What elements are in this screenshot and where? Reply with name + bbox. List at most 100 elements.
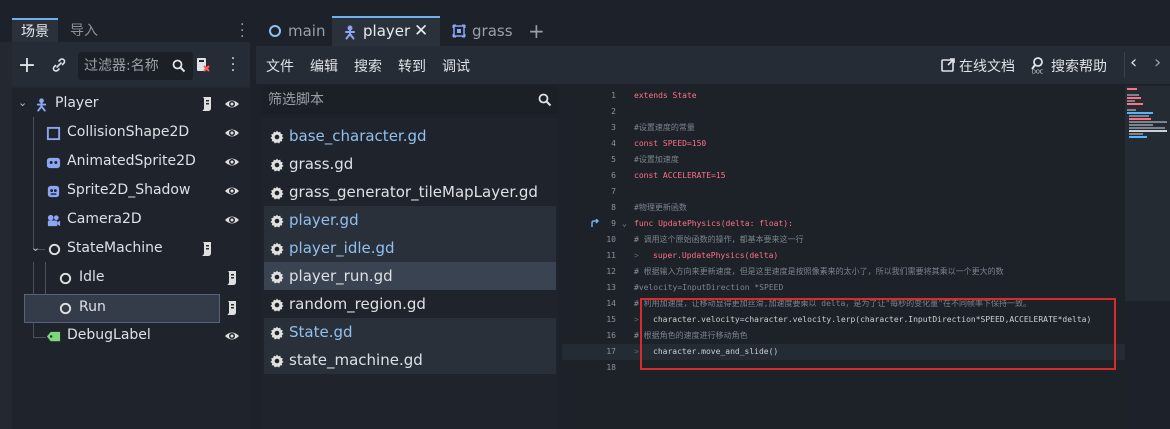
script-icon[interactable] <box>225 270 239 286</box>
node-filter-input[interactable] <box>84 56 166 76</box>
chevron-down-icon[interactable]: ⌄ <box>18 96 27 109</box>
code-line[interactable]: 3 #设置速度的常量 <box>562 120 1125 136</box>
menu-file[interactable]: 文件 <box>266 56 294 76</box>
script-list-item[interactable]: base_character.gd <box>264 122 556 150</box>
link-icon[interactable] <box>48 54 70 76</box>
tab-label: main <box>288 22 326 40</box>
visibility-eye-icon[interactable] <box>224 212 240 228</box>
search-help-button[interactable]: 搜索帮助 <box>1051 56 1107 76</box>
tree-row-sprite2d-shadow[interactable]: Sprite2D_Shadow <box>12 177 250 206</box>
chevron-left-icon[interactable]: ‹ <box>1130 52 1137 73</box>
code-line[interactable]: 8 #物理更新函数 <box>562 200 1125 216</box>
script-icon[interactable] <box>200 241 214 257</box>
godot-editor: 场景 导入 ··· + ··· <box>0 0 1170 429</box>
code-line[interactable]: 11 > super.UpdatePhysics(delta) <box>562 248 1125 264</box>
code-line[interactable]: 4 const SPEED=150 <box>562 136 1125 152</box>
line-number: 6 <box>611 171 616 180</box>
new-tab-button[interactable]: + <box>528 16 546 46</box>
tree-row-run[interactable]: Run <box>24 294 220 323</box>
code-line[interactable]: 2 <box>562 104 1125 120</box>
script-filter[interactable] <box>262 86 558 114</box>
tree-row-statemachine[interactable]: ⌄ StateMachine <box>12 235 250 264</box>
code-line[interactable]: 6 const ACCELERATE=15 <box>562 168 1125 184</box>
code-editor[interactable]: 1 extends State 2 3 #设置速度的常量 4 const SPEED=150… <box>562 86 1125 429</box>
tab-main[interactable]: main <box>264 16 336 46</box>
code-line[interactable]: 9 ⌄ func UpdatePhysics(delta: float): <box>562 216 1125 232</box>
tree-row-idle[interactable]: Idle <box>12 264 250 293</box>
code-line[interactable]: 12 > # 根据输入方向来更新速度，但是这里速度是按照像素来的太小了，所以我们需要… <box>562 264 1125 280</box>
script-list-item[interactable]: player_idle.gd <box>264 234 556 262</box>
tab-import[interactable]: 导入 <box>66 18 102 44</box>
visibility-eye-icon[interactable] <box>224 96 240 112</box>
code-line[interactable]: 5 #设置加速度 <box>562 152 1125 168</box>
external-link-icon[interactable] <box>940 57 956 73</box>
sprite-frame-icon <box>452 24 466 38</box>
code-line[interactable]: 10 > # 调用这个原始函数的操作，都基本要来这一行 <box>562 232 1125 248</box>
tab-scene[interactable]: 场景 <box>12 18 58 44</box>
script-list-item[interactable]: player.gd <box>264 206 556 234</box>
menu-search[interactable]: 搜索 <box>354 56 382 76</box>
script-icon[interactable] <box>200 96 214 112</box>
node-icon <box>59 302 72 315</box>
search-help-icon[interactable]: DOC <box>1030 56 1046 74</box>
code-line[interactable]: 13 > #velocity=InputDirection *SPEED <box>562 280 1125 296</box>
close-icon[interactable]: ✕ <box>414 18 428 45</box>
sprite2d-icon <box>47 185 60 198</box>
line-number: 2 <box>611 107 616 116</box>
script-list-item[interactable]: grass_generator_tileMapLayer.gd <box>264 178 556 206</box>
code-line[interactable]: 7 <box>562 184 1125 200</box>
visibility-eye-icon[interactable] <box>224 125 240 141</box>
more-options-icon[interactable]: · · · <box>222 52 244 78</box>
tree-item-label: DebugLabel <box>67 327 151 343</box>
visibility-eye-icon[interactable] <box>224 154 240 170</box>
script-list-item[interactable]: player_run.gd <box>264 262 556 290</box>
script-list-item[interactable]: State.gd <box>264 318 556 346</box>
tree-row-debuglabel[interactable]: DebugLabel <box>12 322 250 351</box>
detach-script-icon[interactable] <box>192 54 214 76</box>
menu-edit[interactable]: 编辑 <box>310 56 338 76</box>
script-name: player_idle.gd <box>289 239 395 257</box>
node-filter[interactable] <box>78 52 193 80</box>
tree-row-animatedsprite2d[interactable]: AnimatedSprite2D <box>12 148 250 177</box>
svg-text:DOC: DOC <box>1032 70 1044 75</box>
chevron-down-icon[interactable]: ⌄ <box>31 241 40 254</box>
script-list-item[interactable]: state_machine.gd <box>264 346 556 374</box>
line-number: 14 <box>606 299 616 308</box>
menu-debug[interactable]: 调试 <box>442 56 470 76</box>
online-docs-button[interactable]: 在线文档 <box>959 56 1015 76</box>
chevron-right-icon[interactable]: › <box>1154 52 1161 73</box>
tab-label: grass <box>472 22 513 40</box>
line-number: 7 <box>611 187 616 196</box>
tree-item-label: Player <box>55 95 99 111</box>
line-number: 3 <box>611 123 616 132</box>
minimap[interactable] <box>1125 86 1170 301</box>
line-number: 8 <box>611 203 616 212</box>
search-icon <box>538 93 552 107</box>
tree-row-player[interactable]: ⌄ Player <box>12 90 250 119</box>
tree-row-collisionshape2d[interactable]: CollisionShape2D <box>12 119 250 148</box>
script-icon[interactable] <box>225 300 239 316</box>
visibility-eye-icon[interactable] <box>224 328 240 344</box>
tree-row-camera2d[interactable]: Camera2D <box>12 206 250 235</box>
menu-goto[interactable]: 转到 <box>398 56 426 76</box>
tab-player[interactable]: player ✕ <box>332 16 440 46</box>
fold-chevron-icon[interactable]: ⌄ <box>622 216 627 232</box>
line-number: 4 <box>611 139 616 148</box>
code-text: extends State <box>634 91 697 100</box>
tree-item-label: Camera2D <box>67 211 142 227</box>
script-list-item[interactable]: random_region.gd <box>264 290 556 318</box>
tab-grass[interactable]: grass <box>452 16 522 46</box>
node-icon <box>48 243 61 256</box>
code-text: # 根据输入方向来更新速度，但是这里速度是按照像素来的太小了，所以我们需要将其乘… <box>634 267 1004 276</box>
visibility-eye-icon[interactable] <box>224 183 240 199</box>
line-number: 10 <box>606 235 616 244</box>
add-node-icon[interactable]: + <box>16 53 38 78</box>
script-filter-input[interactable] <box>268 90 518 110</box>
script-list-item[interactable]: grass.gd <box>264 150 556 178</box>
code-line[interactable]: 1 extends State <box>562 88 1125 104</box>
node-icon <box>59 272 72 285</box>
script-name: State.gd <box>289 323 353 341</box>
script-name: player_run.gd <box>289 267 393 285</box>
dock-menu-icon[interactable]: · · · <box>240 18 244 44</box>
label-node-icon <box>46 331 61 342</box>
